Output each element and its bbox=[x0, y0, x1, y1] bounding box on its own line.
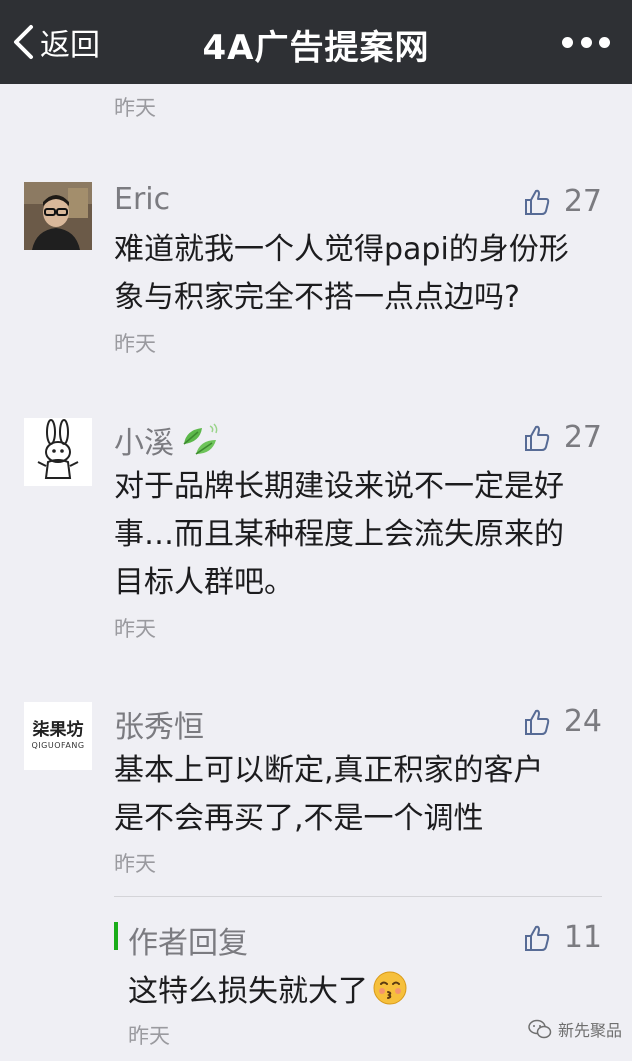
page-title: 4A广告提案网 bbox=[202, 28, 430, 68]
comment-text: 对于品牌长期建设来说不一定是好 事…而且某种程度上会流失原来的 目标人群吧。 bbox=[114, 463, 614, 607]
author-reply-text: 这特么损失就大了 bbox=[128, 966, 408, 1010]
comment-text-line: 象与积家完全不搭一点点边吗? bbox=[114, 280, 520, 315]
reply-indicator-bar bbox=[114, 922, 118, 950]
like-button[interactable]: 11 bbox=[524, 920, 602, 955]
comment-timestamp: 昨天 bbox=[114, 617, 156, 641]
comment-timestamp: 昨天 bbox=[114, 332, 156, 356]
comment-text: 基本上可以断定,真正积家的客户 是不会再买了,不是一个调性 bbox=[114, 747, 614, 843]
like-count: 11 bbox=[563, 920, 602, 955]
comment-author[interactable]: Eric bbox=[114, 182, 170, 217]
like-button[interactable]: 24 bbox=[524, 704, 602, 739]
rabbit-avatar-icon bbox=[24, 418, 92, 486]
user-photo-icon bbox=[24, 182, 92, 250]
avatar[interactable] bbox=[24, 182, 92, 250]
like-button[interactable]: 27 bbox=[524, 184, 602, 219]
comment-author-name: 小溪 bbox=[114, 426, 174, 461]
watermark: 新先聚品 bbox=[528, 1017, 622, 1041]
kissing-face-emoji-icon bbox=[373, 971, 407, 1005]
reply-divider bbox=[114, 896, 602, 897]
avatar[interactable]: 柒果坊 QIGUOFANG bbox=[24, 702, 92, 770]
comment-author[interactable]: 张秀恒 bbox=[114, 702, 204, 746]
comment-text-line: 难道就我一个人觉得papi的身份形 bbox=[114, 232, 569, 267]
comment-text-line: 基本上可以断定,真正积家的客户 bbox=[114, 753, 544, 788]
comment-timestamp: 昨天 bbox=[114, 96, 156, 120]
comment-text: 难道就我一个人觉得papi的身份形 象与积家完全不搭一点点边吗? bbox=[114, 226, 614, 322]
comment-timestamp: 昨天 bbox=[114, 852, 156, 876]
author-reply-label: 作者回复 bbox=[128, 926, 248, 961]
more-options-button[interactable] bbox=[562, 34, 610, 50]
like-button[interactable]: 27 bbox=[524, 420, 602, 455]
comment-timestamp: 昨天 bbox=[128, 1024, 170, 1048]
comment-text-line: 事…而且某种程度上会流失原来的 bbox=[114, 517, 564, 552]
like-count: 24 bbox=[563, 704, 602, 739]
navbar: 返回 4A广告提案网 bbox=[0, 0, 632, 84]
avatar[interactable] bbox=[24, 418, 92, 486]
brand-logo-text: 柒果坊 bbox=[32, 720, 84, 740]
more-dot-icon bbox=[599, 36, 610, 48]
wechat-logo-icon bbox=[528, 1019, 552, 1039]
comment-author[interactable]: 小溪 bbox=[114, 418, 220, 462]
more-dot-icon bbox=[562, 36, 573, 48]
thumbs-up-icon bbox=[524, 925, 550, 951]
leaf-emoji-icon bbox=[183, 423, 218, 455]
thumbs-up-icon bbox=[524, 189, 550, 215]
comment-text-line: 目标人群吧。 bbox=[114, 565, 294, 600]
like-count: 27 bbox=[563, 184, 602, 219]
thumbs-up-icon bbox=[524, 709, 550, 735]
comment-text-line: 对于品牌长期建设来说不一定是好 bbox=[114, 469, 564, 504]
more-dot-icon bbox=[580, 36, 592, 48]
brand-logo-subtext: QIGUOFANG bbox=[31, 741, 85, 750]
thumbs-up-icon bbox=[524, 425, 550, 451]
author-reply-text-content: 这特么损失就大了 bbox=[128, 974, 368, 1009]
comment-text-line: 是不会再买了,不是一个调性 bbox=[114, 801, 484, 836]
like-count: 27 bbox=[563, 420, 602, 455]
watermark-text: 新先聚品 bbox=[557, 1021, 622, 1040]
